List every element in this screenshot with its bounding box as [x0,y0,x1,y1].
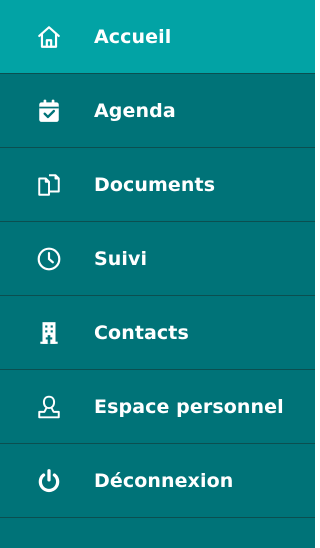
sidebar-empty-space [0,518,315,548]
home-icon [34,22,64,52]
nav-item-documents[interactable]: Documents [0,148,315,222]
nav-item-contacts[interactable]: Contacts [0,296,315,370]
nav-item-accueil[interactable]: Accueil [0,0,315,74]
nav-item-label: Espace personnel [94,395,284,418]
nav-item-agenda[interactable]: Agenda [0,74,315,148]
calendar-check-icon [34,96,64,126]
nav-item-label: Accueil [94,25,172,48]
clock-icon [34,244,64,274]
nav-item-label: Agenda [94,99,176,122]
nav-item-deconnexion[interactable]: Déconnexion [0,444,315,518]
nav-item-suivi[interactable]: Suivi [0,222,315,296]
nav-item-label: Documents [94,173,216,196]
nav-item-label: Contacts [94,321,189,344]
documents-icon [34,170,64,200]
nav-item-label: Déconnexion [94,469,234,492]
building-icon [34,318,64,348]
sidebar-nav: Accueil Agenda Documents Suivi Contacts … [0,0,315,548]
user-icon [34,392,64,422]
power-icon [34,466,64,496]
nav-item-label: Suivi [94,247,148,270]
nav-item-espace-personnel[interactable]: Espace personnel [0,370,315,444]
